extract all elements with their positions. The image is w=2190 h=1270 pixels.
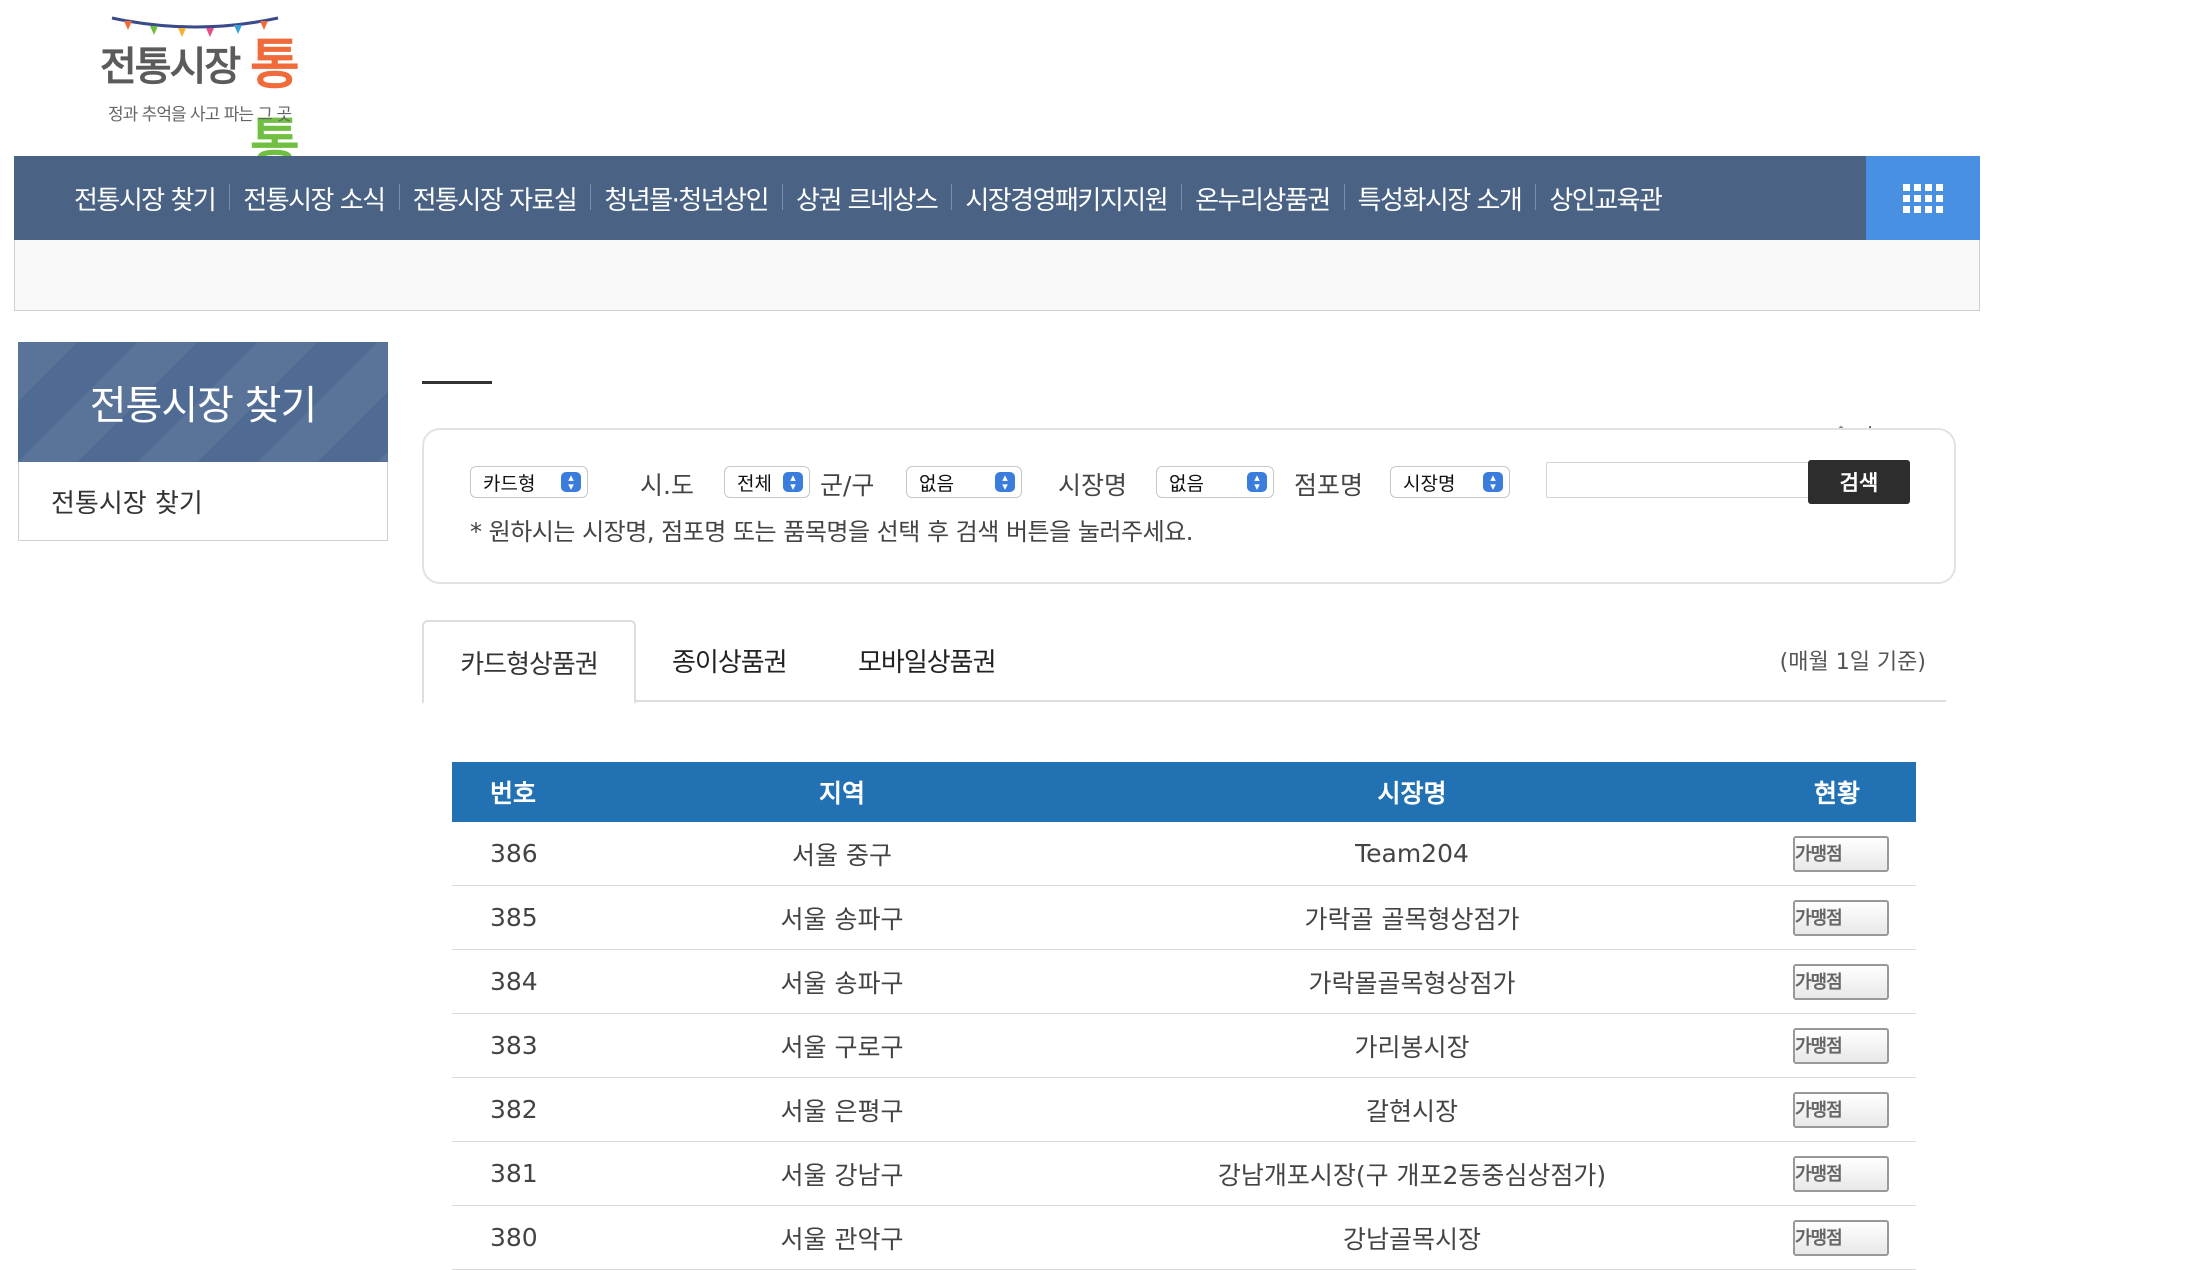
nav-item-market-archive[interactable]: 전통시장 자료실 bbox=[398, 180, 591, 217]
cell-market: 가락몰골목형상점가 bbox=[1032, 949, 1792, 1014]
status-button[interactable]: 가맹점 bbox=[1793, 899, 1889, 936]
col-header-market: 시장명 bbox=[1377, 779, 1447, 808]
gungu-select[interactable]: 없음 ▴ ▾ bbox=[906, 466, 1022, 498]
side-nav: 전통시장 찾기 전통시장 찾기 bbox=[18, 342, 388, 541]
cell-region: 서울 관악구 bbox=[652, 1205, 1032, 1270]
logo-text: 전통시장 bbox=[100, 44, 241, 90]
nav-item-specialized-market[interactable]: 특성화시장 소개 bbox=[1343, 180, 1536, 217]
global-nav: 전통시장 찾기 전통시장 소식 전통시장 자료실 청년몰·청년상인 상권 르네상… bbox=[14, 156, 1980, 240]
store-select-value: 시장명 bbox=[1403, 472, 1456, 495]
nav-item-market-news[interactable]: 전통시장 소식 bbox=[229, 180, 398, 217]
cell-region: 서울 강남구 bbox=[652, 1141, 1032, 1206]
table-row: 385 서울 송파구 가락골 골목형상점가 가맹점 bbox=[452, 885, 1916, 950]
site-logo[interactable]: 전통시장 통통 정과 추억을 사고 파는 그 곳 bbox=[100, 14, 340, 175]
search-input[interactable] bbox=[1546, 462, 1828, 498]
basis-note: (매월 1일 기준) bbox=[1779, 650, 1926, 675]
tab-card-voucher[interactable]: 카드형상품권 bbox=[422, 620, 636, 704]
market-select-value: 없음 bbox=[1169, 472, 1204, 495]
cell-number: 385 bbox=[452, 885, 652, 950]
search-panel: 카드형 ▴ ▾ 시.도 전체 ▴ ▾ 군/구 없음 ▴ ▾ 시장명 없음 ▴ ▾ 점포명… bbox=[422, 428, 1956, 584]
cell-region: 서울 송파구 bbox=[652, 949, 1032, 1014]
cell-number: 386 bbox=[452, 822, 652, 886]
cell-number: 381 bbox=[452, 1141, 652, 1206]
cell-market: 강남개포시장(구 개포2동중심상점가) bbox=[1032, 1141, 1792, 1206]
table-row: 386 서울 중구 Team204 가맹점 bbox=[452, 822, 1916, 886]
table-row: 381 서울 강남구 강남개포시장(구 개포2동중심상점가) 가맹점 bbox=[452, 1141, 1916, 1206]
gungu-select-value: 없음 bbox=[919, 472, 954, 495]
search-notice: * 원하시는 시장명, 점포명 또는 품목명을 선택 후 검색 버튼을 눌러주세… bbox=[470, 518, 1193, 546]
store-select[interactable]: 시장명 ▴ ▾ bbox=[1390, 466, 1510, 498]
cell-market: 가리봉시장 bbox=[1032, 1013, 1792, 1078]
status-button[interactable]: 가맹점 bbox=[1793, 1091, 1889, 1128]
all-menu-button[interactable] bbox=[1866, 156, 1980, 240]
search-button[interactable]: 검색 bbox=[1808, 460, 1910, 504]
tab-paper-voucher[interactable]: 종이상품권 bbox=[672, 620, 788, 700]
side-nav-title: 전통시장 찾기 bbox=[18, 342, 388, 462]
nav-item-onnuri-voucher[interactable]: 온누리상품권 bbox=[1181, 180, 1344, 217]
logo-accent-text: 통통 bbox=[250, 33, 300, 175]
cell-region: 서울 은평구 bbox=[652, 1077, 1032, 1142]
market-table: 번호 지역 시장명 현황 386 서울 중구 Team204 가맹점 385 서… bbox=[452, 762, 1916, 1270]
cell-number: 383 bbox=[452, 1013, 652, 1078]
cell-region: 서울 중구 bbox=[652, 822, 1032, 886]
col-header-region: 지역 bbox=[818, 779, 865, 808]
market-select[interactable]: 없음 ▴ ▾ bbox=[1156, 466, 1274, 498]
table-row: 384 서울 송파구 가락몰골목형상점가 가맹점 bbox=[452, 949, 1916, 1014]
store-label: 점포명 bbox=[1294, 471, 1364, 500]
market-label: 시장명 bbox=[1058, 471, 1128, 500]
page-title-underline bbox=[422, 381, 492, 384]
status-button[interactable]: 가맹점 bbox=[1793, 835, 1889, 872]
table-row: 380 서울 관악구 강남골목시장 가맹점 bbox=[452, 1205, 1916, 1270]
nav-item-merchant-education[interactable]: 상인교육관 bbox=[1535, 180, 1675, 217]
global-nav-list: 전통시장 찾기 전통시장 소식 전통시장 자료실 청년몰·청년상인 상권 르네상… bbox=[60, 156, 1675, 240]
nav-item-find-market[interactable]: 전통시장 찾기 bbox=[60, 180, 229, 217]
sido-select-value: 전체 bbox=[737, 472, 772, 495]
cell-market: 가락골 골목형상점가 bbox=[1032, 885, 1792, 950]
status-button[interactable]: 가맹점 bbox=[1793, 963, 1889, 1000]
updown-arrow-icon: ▴ ▾ bbox=[1247, 472, 1267, 492]
grid-menu-icon bbox=[1903, 183, 1943, 213]
logo-tagline: 정과 추억을 사고 파는 그 곳 bbox=[108, 105, 292, 125]
sido-label: 시.도 bbox=[640, 471, 694, 500]
side-nav-item-find-market[interactable]: 전통시장 찾기 bbox=[18, 462, 388, 541]
type-select-value: 카드형 bbox=[483, 472, 536, 495]
status-button[interactable]: 가맹점 bbox=[1793, 1027, 1889, 1064]
nav-item-youth-mall[interactable]: 청년몰·청년상인 bbox=[590, 180, 782, 217]
cell-number: 384 bbox=[452, 949, 652, 1014]
status-button[interactable]: 가맹점 bbox=[1793, 1219, 1889, 1256]
cell-market: 갈현시장 bbox=[1032, 1077, 1792, 1142]
sido-select[interactable]: 전체 ▴ ▾ bbox=[724, 466, 810, 498]
status-button[interactable]: 가맹점 bbox=[1793, 1155, 1889, 1192]
cell-market: 강남골목시장 bbox=[1032, 1205, 1792, 1270]
updown-arrow-icon: ▴ ▾ bbox=[1483, 472, 1503, 492]
sub-nav-bar bbox=[14, 240, 1980, 311]
type-select[interactable]: 카드형 ▴ ▾ bbox=[470, 466, 588, 498]
voucher-tabs: 카드형상품권 종이상품권 모바일상품권 (매월 1일 기준) bbox=[422, 620, 1946, 704]
table-header-row: 번호 지역 시장명 현황 bbox=[452, 762, 1916, 822]
nav-item-renaissance[interactable]: 상권 르네상스 bbox=[782, 180, 951, 217]
table-row: 383 서울 구로구 가리봉시장 가맹점 bbox=[452, 1013, 1916, 1078]
cell-region: 서울 구로구 bbox=[652, 1013, 1032, 1078]
cell-region: 서울 송파구 bbox=[652, 885, 1032, 950]
col-header-number: 번호 bbox=[490, 779, 537, 808]
tab-mobile-voucher[interactable]: 모바일상품권 bbox=[858, 620, 997, 700]
updown-arrow-icon: ▴ ▾ bbox=[561, 472, 581, 492]
cell-market: Team204 bbox=[1032, 822, 1792, 886]
updown-arrow-icon: ▴ ▾ bbox=[783, 472, 803, 492]
table-row: 382 서울 은평구 갈현시장 가맹점 bbox=[452, 1077, 1916, 1142]
cell-number: 380 bbox=[452, 1205, 652, 1270]
cell-number: 382 bbox=[452, 1077, 652, 1142]
nav-item-management-package[interactable]: 시장경영패키지지원 bbox=[951, 180, 1181, 217]
updown-arrow-icon: ▴ ▾ bbox=[995, 472, 1015, 492]
gungu-label: 군/구 bbox=[820, 471, 875, 500]
col-header-status: 현황 bbox=[1814, 779, 1861, 808]
